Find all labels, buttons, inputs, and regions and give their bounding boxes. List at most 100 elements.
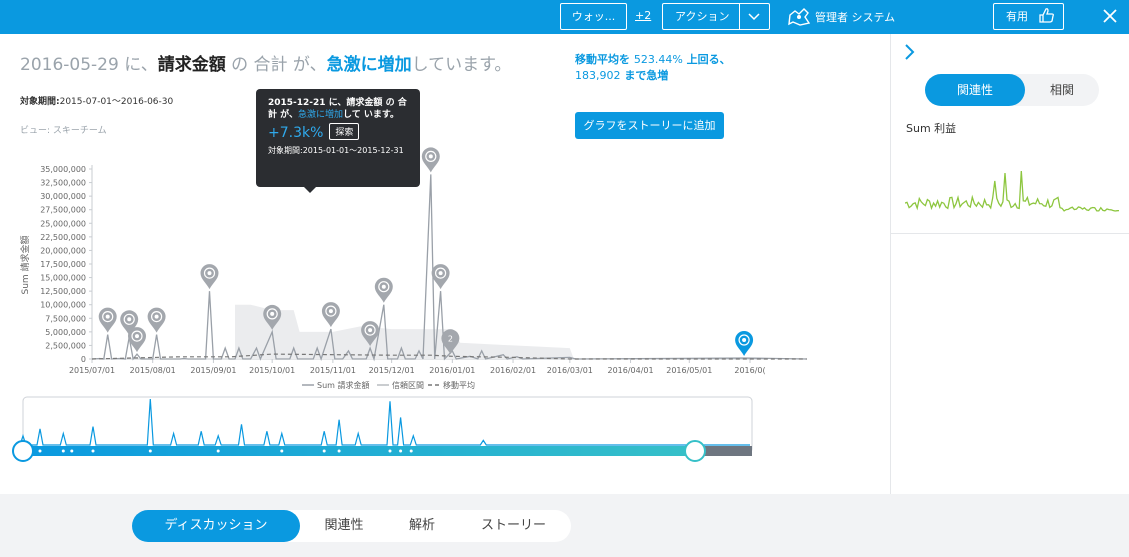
y-tick-label: 27,500,000 — [40, 206, 86, 215]
pin-cluster-count: 2 — [448, 334, 453, 343]
x-tick-label: 2015/11/01 — [310, 366, 356, 375]
y-tick-label: 35,000,000 — [40, 165, 86, 174]
anomaly-tooltip: 2015-12-21 に、請求金額 の 合計 が、急激に増加して います。 +7… — [256, 89, 420, 193]
navigator-marker — [280, 449, 284, 453]
x-axis-ticks: 2015/07/01 2015/08/01 2015/09/01 2015/10/01… — [69, 358, 766, 375]
related-segmented-control: 関連性 相関 — [925, 74, 1099, 106]
tooltip-highlight: 急激に増加 — [297, 110, 343, 120]
pin-dot — [154, 314, 159, 319]
navigator-marker — [148, 449, 152, 453]
useful-button[interactable]: 有用 — [993, 3, 1064, 30]
y-tick-label: 15,000,000 — [40, 274, 86, 283]
chevron-down-icon — [748, 13, 760, 21]
thumbs-up-icon — [1039, 8, 1054, 23]
navigator-right-handle[interactable] — [684, 440, 706, 462]
pin-dot — [381, 284, 386, 289]
headline-part2: の 合計 が、 — [225, 55, 327, 75]
x-tick-label: 2016/03/01 — [547, 366, 593, 375]
pin-icon[interactable] — [421, 147, 440, 173]
pin-icon[interactable] — [735, 331, 754, 356]
sparkline-line — [905, 170, 1119, 212]
profit-sparkline[interactable] — [905, 169, 1119, 224]
tooltip-line2: して います。 — [342, 110, 399, 120]
x-tick-label: 2015/12/01 — [369, 366, 415, 375]
stat-summary: 移動平均を 523.44% 上回る、 183,902 まで急増 — [575, 52, 731, 84]
watchers-count-link[interactable]: +2 — [635, 9, 651, 22]
headline-part1: に、 — [118, 55, 158, 75]
y-tick-label: 25,000,000 — [40, 219, 86, 228]
stat-l1a: 移動平均を — [575, 53, 634, 66]
explore-button[interactable]: 探索 — [329, 123, 360, 140]
period-label: 対象期間: — [20, 97, 60, 107]
headline-trend: 急激に増加 — [326, 55, 412, 75]
y-tick-label: 10,000,000 — [40, 301, 86, 310]
pin-dot — [207, 271, 212, 276]
chevron-right-icon[interactable] — [903, 43, 915, 61]
navigator-marker — [388, 449, 392, 453]
period-text: 対象期間:2015-07-01～2016-06-30 — [20, 94, 173, 107]
action-dropdown[interactable]: アクション — [662, 3, 770, 30]
related-metric-label: Sum 利益 — [906, 122, 957, 135]
pin-dot — [368, 328, 373, 333]
admin-avatar-icon — [788, 8, 811, 26]
stat-l2b: まで急増 — [620, 69, 669, 82]
x-tick-label: 2016/0( — [734, 366, 765, 375]
y-tick-label: 32,500,000 — [40, 179, 86, 188]
tab-relevance[interactable]: 関連性 — [925, 74, 1025, 106]
y-tick-label: 12,500,000 — [40, 287, 86, 296]
pin-dot — [438, 271, 443, 276]
confidence-band-area — [235, 304, 574, 359]
tab-discussion[interactable]: ディスカッション — [132, 510, 300, 542]
tab-correlation[interactable]: 相関 — [1025, 74, 1099, 106]
pin-icon[interactable] — [374, 277, 393, 303]
tab-story[interactable]: ストーリー — [456, 510, 571, 542]
right-panel: 関連性 相関 Sum 利益 — [890, 34, 1129, 494]
tab-analysis[interactable]: 解析 — [388, 510, 456, 542]
watch-button[interactable]: ウォッ... — [560, 3, 627, 30]
x-tick-label: 2015/09/01 — [190, 366, 236, 375]
navigator-left-handle[interactable] — [12, 440, 34, 462]
x-tick-label: 2015/10/01 — [249, 366, 295, 375]
confidence-band — [235, 304, 574, 359]
pin-dot — [135, 334, 139, 339]
insight-headline: 2016-05-29 に、請求金額 の 合計 が、急激に増加しています。 — [20, 50, 511, 75]
pin-icon[interactable] — [321, 302, 340, 328]
pin-dot — [428, 154, 433, 159]
tooltip-percent: +7.3k% — [268, 125, 324, 141]
tooltip-arrow — [304, 187, 316, 193]
navigator-marker — [399, 449, 403, 453]
pin-icon[interactable] — [200, 264, 219, 290]
y-axis-label: Sum 請求金額 — [19, 235, 31, 294]
navigator-marker — [70, 449, 74, 453]
main-chart: 0 2,500,000 5,000,000 7,500,000 10,000,000 12… — [19, 147, 807, 390]
pin-icon[interactable] — [431, 264, 450, 290]
tab-relevance-bottom[interactable]: 関連性 — [300, 510, 388, 542]
headline-part3: しています。 — [411, 55, 512, 75]
range-navigator[interactable] — [0, 395, 890, 465]
headline-metric: 請求金額 — [157, 55, 226, 75]
stat-l2a: 183,902 — [575, 69, 621, 82]
x-tick-label: 2016/01/01 — [429, 366, 475, 375]
navigator-marker — [216, 449, 220, 453]
headline-date: 2016-05-29 — [20, 55, 119, 75]
top-bar: ウォッ... +2 アクション 管理者 システム 有用 — [0, 0, 1129, 34]
x-tick-label: 2015/07/01 — [69, 366, 115, 375]
action-divider — [739, 4, 740, 29]
pin-dot — [270, 311, 275, 316]
pin-dot — [127, 317, 132, 322]
add-to-story-button[interactable]: グラフをストーリーに追加 — [575, 112, 724, 139]
view-label: ビュー: スキーチーム — [20, 126, 107, 136]
y-tick-label: 2,500,000 — [45, 341, 86, 350]
close-icon[interactable] — [1102, 8, 1118, 24]
anomaly-pins[interactable]: 2 — [98, 147, 754, 356]
pin-icon[interactable] — [147, 307, 166, 333]
y-tick-label: 30,000,000 — [40, 192, 86, 201]
navigator-marker — [337, 449, 341, 453]
y-tick-label: 5,000,000 — [45, 328, 86, 337]
legend-label: Sum 請求金額 — [317, 380, 369, 390]
navigator-marker — [61, 449, 65, 453]
y-tick-label: 7,500,000 — [45, 314, 86, 323]
pin-icon[interactable] — [98, 307, 117, 333]
tooltip-text: 2015-12-21 に、請求金額 の 合計 が、急激に増加して います。 — [268, 97, 408, 121]
admin-name: 管理者 システム — [815, 11, 896, 24]
